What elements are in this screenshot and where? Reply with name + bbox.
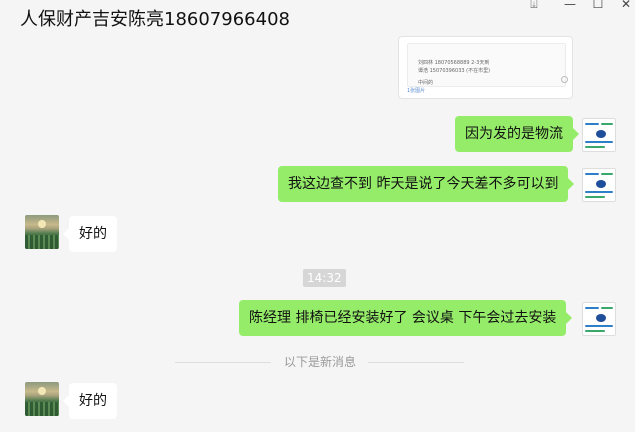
new-messages-separator: 以下是新消息 [284, 355, 357, 369]
attachment-footer: 1张图片 [407, 88, 426, 94]
attachment-line: 谭浩 15070396033 (不在市里) [418, 68, 491, 74]
message-bubble-self[interactable]: 陈经理 排椅已经安装好了 会议桌 下午会过去安装 [239, 300, 573, 336]
chat-title: 人保财产吉安陈亮18607966408 [20, 9, 290, 30]
pin-icon[interactable]: ⍗ [524, 0, 544, 12]
message-bubble-other[interactable]: 好的 [63, 383, 117, 419]
close-icon[interactable]: ✕ [616, 0, 635, 12]
attachment-line: 中间的 [418, 80, 434, 86]
sunset-field-avatar[interactable] [25, 215, 59, 249]
company-logo-avatar[interactable] [582, 302, 616, 336]
company-logo-avatar[interactable] [582, 168, 616, 202]
message-bubble-self[interactable]: 因为发的是物流 [455, 116, 579, 152]
attachment-line: 刘四林 18070568889 2-3天到 [418, 60, 490, 66]
message-bubble-self[interactable]: 我这边查不到 昨天是说了今天差不多可以到 [278, 166, 575, 202]
attachment-status-icon [561, 76, 568, 83]
maximize-icon[interactable]: ☐ [588, 0, 608, 12]
separator-line [175, 362, 271, 363]
minimize-icon[interactable]: — [560, 0, 580, 12]
message-timestamp: 14:32 [303, 269, 346, 287]
attachment-card[interactable]: 刘四林 18070568889 2-3天到 谭浩 15070396033 (不在… [398, 36, 573, 99]
attachment-preview: 刘四林 18070568889 2-3天到 谭浩 15070396033 (不在… [407, 43, 566, 87]
separator-line [368, 362, 464, 363]
message-bubble-other[interactable]: 好的 [63, 216, 117, 252]
sunset-field-avatar[interactable] [25, 382, 59, 416]
company-logo-avatar[interactable] [582, 118, 616, 152]
